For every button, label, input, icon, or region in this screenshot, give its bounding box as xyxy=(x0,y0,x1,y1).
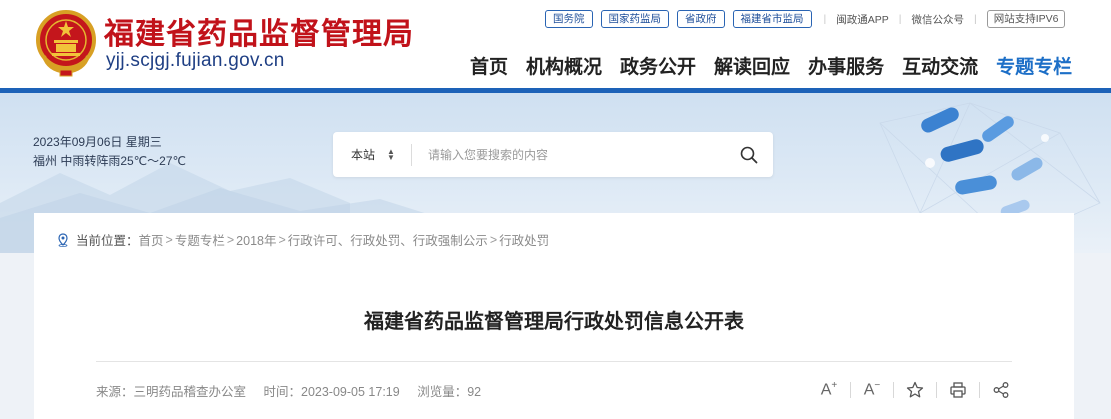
link-state-council[interactable]: 国务院 xyxy=(545,10,593,28)
nav-interaction[interactable]: 互动交流 xyxy=(902,52,978,79)
favorite-button[interactable] xyxy=(898,379,932,401)
nav-special-topics[interactable]: 专题专栏 xyxy=(996,52,1072,79)
print-button[interactable] xyxy=(941,379,975,401)
font-increase-icon: A+ xyxy=(820,380,838,399)
nav-home[interactable]: 首页 xyxy=(470,52,508,79)
divider xyxy=(893,382,894,398)
article-source: 来源：三明药品稽查办公室 xyxy=(96,385,247,399)
site-name[interactable]: 福建省药品监督管理局 xyxy=(104,9,414,53)
date-weather: 2023年09月06日 星期三 福州 中雨转阵雨25℃～27℃ xyxy=(33,133,186,171)
link-app[interactable]: 闽政通APP xyxy=(836,12,889,27)
divider: | xyxy=(898,13,902,25)
search-icon xyxy=(740,146,758,163)
divider xyxy=(850,382,851,398)
weather-line: 福州 中雨转阵雨25℃～27℃ xyxy=(33,154,186,168)
font-increase-button[interactable]: A+ xyxy=(812,379,846,401)
star-icon xyxy=(906,381,924,398)
up-down-arrows-icon: ▲ ▼ xyxy=(387,146,395,162)
divider xyxy=(979,382,980,398)
article-tools: A+ A− xyxy=(812,379,1018,401)
divider: | xyxy=(973,13,977,25)
breadcrumb-special-topics[interactable]: 专题专栏 xyxy=(175,230,225,249)
breadcrumb-separator: > xyxy=(489,232,498,247)
date-line: 2023年09月06日 星期三 xyxy=(33,135,162,149)
nav-organization[interactable]: 机构概况 xyxy=(526,52,602,79)
breadcrumb-separator: > xyxy=(226,232,235,247)
divider xyxy=(936,382,937,398)
link-nmpa[interactable]: 国家药监局 xyxy=(600,10,669,28)
national-emblem-logo[interactable] xyxy=(34,8,98,78)
font-decrease-button[interactable]: A− xyxy=(855,379,889,401)
nav-government-affairs[interactable]: 政务公开 xyxy=(620,52,696,79)
share-button[interactable] xyxy=(984,379,1018,401)
breadcrumb-penalty[interactable]: 行政处罚 xyxy=(499,230,549,249)
search-scope-value: 本站 xyxy=(351,148,376,162)
breadcrumb: 当前位置： 首页 > 专题专栏 > 2018年 > 行政许可、行政处罚、行政强制… xyxy=(56,230,549,249)
breadcrumb-year[interactable]: 2018年 xyxy=(236,230,276,249)
link-provincial-market-regulation[interactable]: 福建省市监局 xyxy=(732,10,812,28)
breadcrumb-label: 当前位置： xyxy=(76,234,139,248)
search-input[interactable] xyxy=(412,132,725,177)
site-domain: yjj.scjgj.fujian.gov.cn xyxy=(106,50,285,71)
breadcrumb-home[interactable]: 首页 xyxy=(139,230,164,249)
article-views: 浏览量：92 xyxy=(417,385,482,399)
share-icon xyxy=(993,382,1009,398)
breadcrumb-separator: > xyxy=(278,232,286,247)
breadcrumb-publicity[interactable]: 行政许可、行政处罚、行政强制公示 xyxy=(288,230,488,249)
ipv6-badge: 网站支持IPV6 xyxy=(986,10,1066,28)
title-divider xyxy=(96,361,1012,362)
nav-interpretation[interactable]: 解读回应 xyxy=(714,52,790,79)
search-button[interactable] xyxy=(725,132,773,177)
article-time: 时间：2023-09-05 17:19 xyxy=(263,385,400,399)
article-title: 福建省药品监督管理局行政处罚信息公开表 xyxy=(364,311,744,333)
search-scope-select[interactable]: 本站 ▲ ▼ xyxy=(333,132,411,177)
search-bar: 本站 ▲ ▼ xyxy=(333,132,773,177)
font-decrease-icon: A− xyxy=(863,380,881,399)
link-provincial-government[interactable]: 省政府 xyxy=(677,10,725,28)
main-nav: 首页 机构概况 政务公开 解读回应 办事服务 互动交流 专题专栏 xyxy=(470,52,1090,79)
link-wechat[interactable]: 微信公众号 xyxy=(911,12,964,27)
top-links-bar: 国务院 国家药监局 省政府 福建省市监局 | 闽政通APP | 微信公众号 | … xyxy=(545,10,1066,28)
print-icon xyxy=(950,382,966,398)
breadcrumb-separator: > xyxy=(165,232,173,247)
site-header: 福建省药品监督管理局 yjj.scjgj.fujian.gov.cn 国务院 国… xyxy=(0,0,1111,88)
article-meta: 来源：三明药品稽查办公室 时间：2023-09-05 17:19 浏览量：92 xyxy=(96,381,495,400)
location-pin-icon xyxy=(56,232,70,247)
nav-services[interactable]: 办事服务 xyxy=(808,52,884,79)
divider: | xyxy=(823,13,827,25)
article-card: 当前位置： 首页 > 专题专栏 > 2018年 > 行政许可、行政处罚、行政强制… xyxy=(34,213,1074,419)
